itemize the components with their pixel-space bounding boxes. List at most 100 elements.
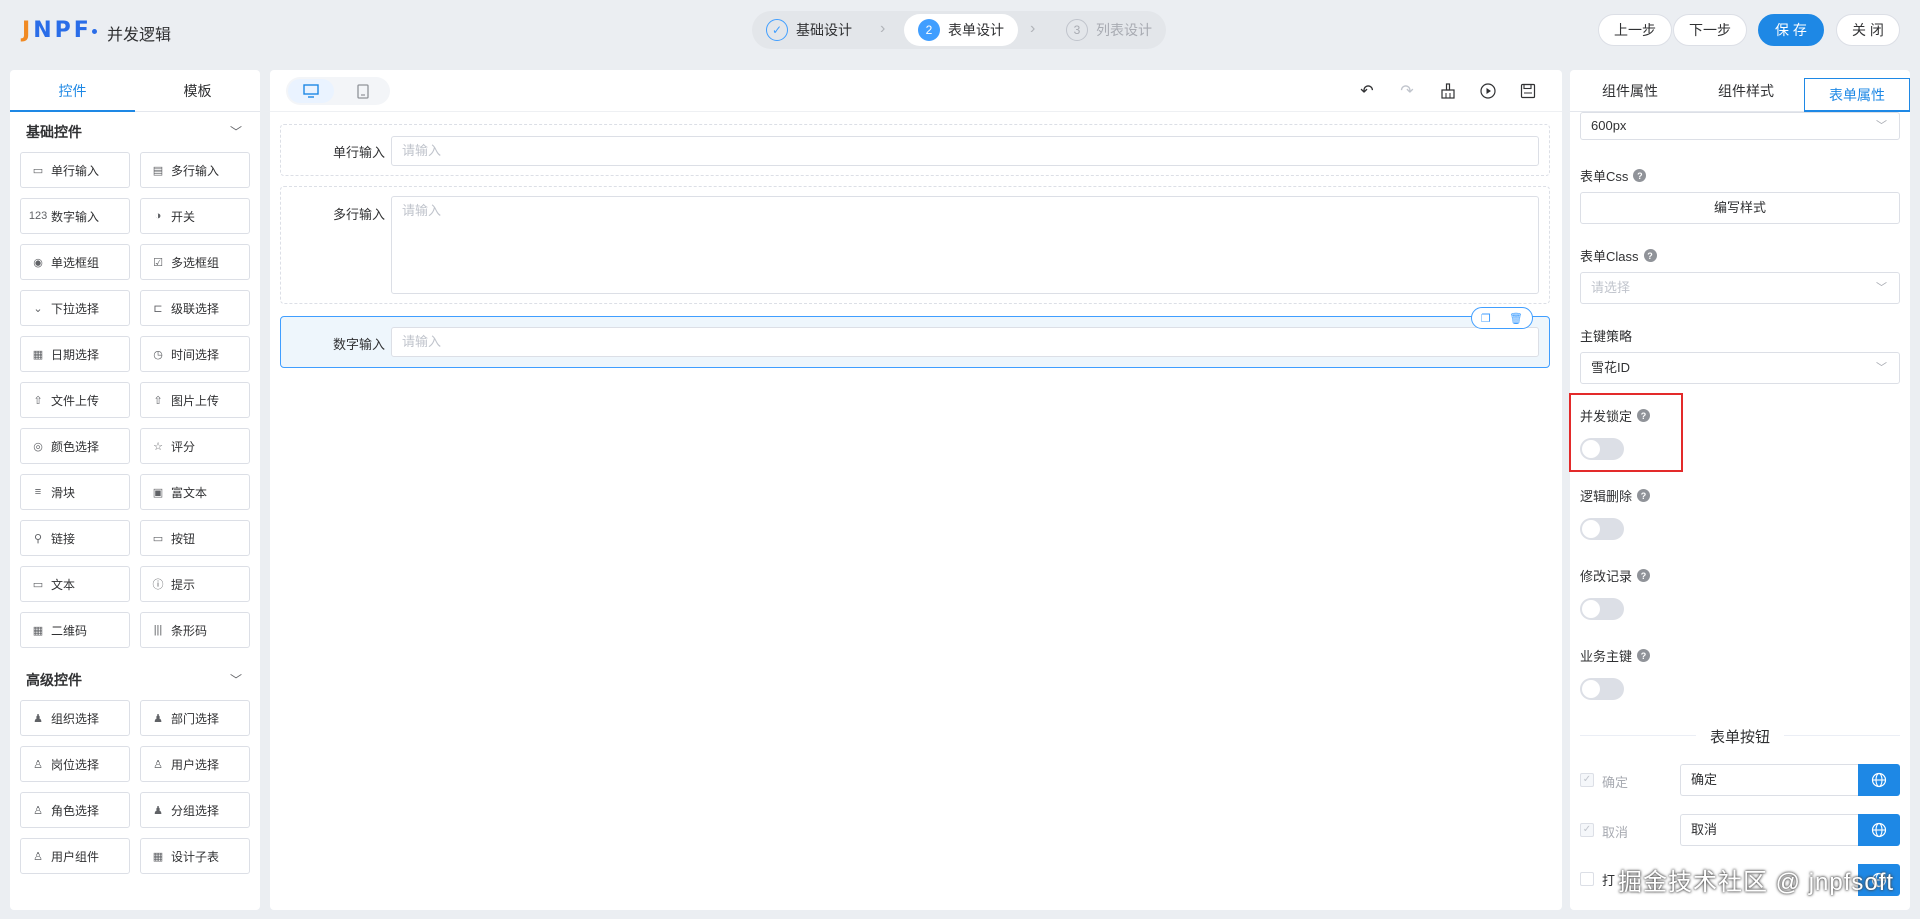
trash-icon[interactable]: 🗑︎ (1509, 312, 1523, 325)
tab-controls[interactable]: 控件 (10, 70, 135, 111)
component-item[interactable]: ◷ 时间选择 (140, 336, 250, 372)
broom-icon (1441, 83, 1455, 99)
edit-style-button[interactable]: 编写样式 (1580, 192, 1900, 224)
form-field-number[interactable]: 数字输入 请输入 ❐ 🗑︎ (280, 307, 1550, 368)
component-item[interactable]: ♙ 用户组件 (20, 838, 130, 874)
modify-log-switch[interactable] (1580, 598, 1624, 620)
cancel-text-input[interactable]: 取消 (1680, 814, 1858, 846)
component-item[interactable]: ▦ 日期选择 (20, 336, 130, 372)
component-label: 开关 (171, 209, 196, 224)
component-item[interactable]: ▦ 设计子表 (140, 838, 250, 874)
redo-button[interactable]: ↷ (1397, 81, 1417, 101)
component-icon: ▭ (32, 164, 44, 177)
component-item[interactable]: ▭ 文本 (20, 566, 130, 602)
step-label: 列表设计 (1096, 22, 1152, 38)
form-field-textarea[interactable]: 多行输入 请输入 (280, 186, 1550, 304)
component-icon: ⌄ (33, 302, 43, 315)
tablet-icon (357, 83, 369, 99)
component-item[interactable]: ⇧ 文件上传 (20, 382, 130, 418)
cancel-checkbox[interactable]: ✓ (1580, 823, 1594, 837)
component-item[interactable]: ♟ 组织选择 (20, 700, 130, 736)
component-icon: ☆ (153, 440, 163, 453)
advanced-controls-header[interactable]: 高级控件 ﹀ (10, 660, 260, 700)
component-item[interactable]: ▣ 富文本 (140, 474, 250, 510)
component-item[interactable]: ⊏ 级联选择 (140, 290, 250, 326)
help-icon[interactable]: ? (1637, 489, 1651, 502)
component-label: 用户选择 (171, 757, 220, 772)
component-item[interactable]: ≡ 滑块 (20, 474, 130, 510)
modify-log-label: 修改记录 ? (1580, 566, 1651, 585)
form-width-select[interactable]: 600px ﹀ (1580, 112, 1900, 140)
app-logo: JNPF (22, 18, 92, 43)
component-item[interactable]: ▭ 按钮 (140, 520, 250, 556)
form-canvas: ↶ ↷ 单行输入 请输入 多行输入 请输入 数字输入 请输入 ❐ 🗑︎ (270, 70, 1562, 910)
desktop-view-button[interactable] (288, 79, 334, 103)
text-input[interactable]: 请输入 (391, 136, 1539, 166)
undo-button[interactable]: ↶ (1357, 81, 1377, 101)
component-item[interactable]: ♙ 角色选择 (20, 792, 130, 828)
component-icon: ♙ (33, 804, 43, 817)
confirm-text-input[interactable]: 确定 (1680, 764, 1858, 796)
mobile-view-button[interactable] (340, 79, 386, 103)
component-item[interactable]: ⚲ 链接 (20, 520, 130, 556)
step-list-design[interactable]: 3 列表设计 (1052, 14, 1166, 46)
component-item[interactable]: ||| 条形码 (140, 612, 250, 648)
business-key-switch[interactable] (1580, 678, 1624, 700)
step-basic-design[interactable]: ✓ 基础设计 (752, 14, 866, 46)
preview-button[interactable] (1478, 81, 1498, 101)
step-number: 2 (918, 19, 940, 41)
tab-component-props[interactable]: 组件属性 (1580, 70, 1680, 112)
component-item[interactable]: ♙ 岗位选择 (20, 746, 130, 782)
component-item[interactable]: ◑ 开关 (140, 198, 250, 234)
help-icon[interactable]: ? (1637, 569, 1651, 582)
tab-templates[interactable]: 模板 (135, 70, 260, 111)
pk-strategy-select[interactable]: 雪花ID ﹀ (1580, 352, 1900, 384)
component-item[interactable]: ⌄ 下拉选择 (20, 290, 130, 326)
help-icon[interactable]: ? (1633, 169, 1647, 182)
component-label: 多行输入 (171, 163, 220, 178)
copy-icon[interactable]: ❐ (1481, 312, 1491, 325)
tab-form-props[interactable]: 表单属性 (1804, 78, 1910, 112)
logic-delete-switch[interactable] (1580, 518, 1624, 540)
component-item[interactable]: ▦ 二维码 (20, 612, 130, 648)
label-text: 逻辑删除 (1580, 489, 1633, 504)
component-item[interactable]: ⓘ 提示 (140, 566, 250, 602)
component-label: 下拉选择 (51, 301, 100, 316)
form-class-select[interactable]: 请选择 ﹀ (1580, 272, 1900, 304)
form-field-text[interactable]: 单行输入 请输入 (280, 124, 1550, 176)
component-label: 条形码 (171, 623, 208, 638)
component-item[interactable]: ♟ 分组选择 (140, 792, 250, 828)
component-item[interactable]: ☑ 多选框组 (140, 244, 250, 280)
step-form-design[interactable]: 2 表单设计 (904, 14, 1018, 46)
component-item[interactable]: 123 数字输入 (20, 198, 130, 234)
save-button[interactable]: 保 存 (1758, 14, 1824, 46)
clear-button[interactable] (1438, 81, 1458, 101)
component-label: 级联选择 (171, 301, 220, 316)
component-item[interactable]: ☆ 评分 (140, 428, 250, 464)
close-button[interactable]: 关 闭 (1836, 14, 1900, 46)
confirm-i18n-button[interactable] (1858, 764, 1900, 796)
prev-step-button[interactable]: 上一步 (1598, 14, 1672, 46)
component-icon: 123 (28, 210, 48, 222)
confirm-checkbox[interactable]: ✓ (1580, 773, 1594, 787)
textarea-input[interactable]: 请输入 (391, 196, 1539, 294)
component-item[interactable]: ♙ 用户选择 (140, 746, 250, 782)
component-item[interactable]: ◉ 单选框组 (20, 244, 130, 280)
cancel-i18n-button[interactable] (1858, 814, 1900, 846)
next-step-button[interactable]: 下一步 (1673, 14, 1747, 46)
component-item[interactable]: ◎ 颜色选择 (20, 428, 130, 464)
basic-controls-header[interactable]: 基础控件 ﹀ (10, 112, 260, 152)
help-icon[interactable]: ? (1643, 249, 1657, 262)
component-label: 二维码 (51, 623, 88, 638)
component-item[interactable]: ⇧ 图片上传 (140, 382, 250, 418)
save-draft-button[interactable] (1518, 81, 1538, 101)
help-icon[interactable]: ? (1637, 649, 1651, 662)
component-item[interactable]: ▤ 多行输入 (140, 152, 250, 188)
component-item[interactable]: ♟ 部门选择 (140, 700, 250, 736)
component-item[interactable]: ▭ 单行输入 (20, 152, 130, 188)
number-input[interactable]: 请输入 (391, 327, 1539, 357)
tab-component-style[interactable]: 组件样式 (1696, 70, 1796, 112)
cancel-check-label: 取消 (1602, 825, 1629, 840)
print-checkbox[interactable] (1580, 872, 1594, 886)
component-icon: ⇧ (33, 394, 43, 407)
